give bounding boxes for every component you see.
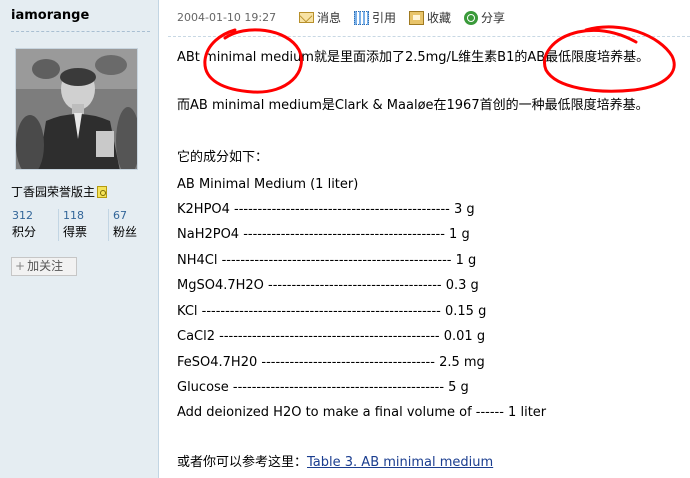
- username[interactable]: iamorange: [11, 8, 89, 23]
- follow-label: 加关注: [27, 259, 64, 273]
- quote-label: 引用: [372, 11, 397, 25]
- reference-link[interactable]: Table 3. AB minimal medium: [307, 455, 493, 470]
- reference-prefix: 或者你可以参考这里：: [177, 455, 308, 470]
- share-label: 分享: [481, 11, 506, 25]
- plus-icon: +: [15, 259, 26, 273]
- paragraph-ab: 而AB minimal medium是Clark & Maaløe在1967首创…: [177, 98, 649, 113]
- favorite-button[interactable]: 收藏: [409, 9, 451, 26]
- recipe-title: AB Minimal Medium (1 liter): [177, 177, 359, 192]
- share-button[interactable]: 分享: [464, 9, 505, 26]
- ingredient-row: Glucose --------------------------------…: [177, 380, 469, 395]
- stat-label: 粉丝: [113, 225, 138, 239]
- paragraph-abt: ABt minimal medium就是里面添加了2.5mg/L维生素B1的AB…: [177, 50, 650, 65]
- user-stats: 312 积分 118 得票 67 粉丝: [8, 209, 158, 241]
- reference-line: 或者你可以参考这里：Table 3. AB minimal medium: [177, 454, 493, 472]
- sidebar-divider: [11, 31, 150, 32]
- stat-value[interactable]: 67: [113, 209, 158, 223]
- favorite-icon: [409, 10, 425, 25]
- message-icon: [299, 12, 314, 23]
- ingredient-row: NaH2PO4 --------------------------------…: [177, 227, 470, 242]
- user-rank-title: 丁香园荣誉版主: [11, 183, 108, 200]
- stat-value[interactable]: 312: [12, 209, 58, 223]
- stat-label: 积分: [12, 225, 37, 239]
- share-icon: [464, 10, 479, 25]
- post-timestamp: 2004-01-10 19:27: [177, 11, 277, 24]
- ingredient-row: NH4Cl ----------------------------------…: [177, 253, 477, 268]
- ingredient-row: CaCl2 ----------------------------------…: [177, 329, 486, 344]
- ingredient-row: Add deionized H2O to make a final volume…: [177, 405, 547, 420]
- stat-points[interactable]: 312 积分: [8, 209, 58, 241]
- user-sidebar: iamorange 丁香园荣誉版主 312 积分 118 得票 67 粉丝 + …: [0, 0, 159, 478]
- quote-icon: [354, 10, 370, 25]
- ingredient-row: MgSO4.7H2O -----------------------------…: [177, 278, 479, 293]
- message-label: 消息: [317, 11, 342, 25]
- components-heading: 它的成分如下：: [177, 150, 269, 165]
- stat-label: 得票: [63, 225, 88, 239]
- follow-button[interactable]: + 加关注: [11, 257, 77, 276]
- avatar-photo: [16, 49, 137, 169]
- message-button[interactable]: 消息: [299, 9, 341, 26]
- quote-button[interactable]: 引用: [354, 9, 396, 26]
- post-actions: 消息 引用 收藏 分享: [299, 9, 505, 26]
- ingredient-row: K2HPO4 ---------------------------------…: [177, 202, 475, 217]
- stat-value[interactable]: 118: [63, 209, 108, 223]
- header-divider: [168, 36, 690, 37]
- ingredient-row: FeSO4.7H20 -----------------------------…: [177, 355, 485, 370]
- stat-followers[interactable]: 67 粉丝: [108, 209, 158, 241]
- medal-icon[interactable]: [97, 186, 108, 198]
- stat-votes[interactable]: 118 得票: [58, 209, 108, 241]
- ingredient-row: KCl ------------------------------------…: [177, 304, 487, 319]
- avatar[interactable]: [15, 48, 138, 170]
- favorite-label: 收藏: [427, 11, 452, 25]
- user-title-label: 丁香园荣誉版主: [11, 185, 96, 199]
